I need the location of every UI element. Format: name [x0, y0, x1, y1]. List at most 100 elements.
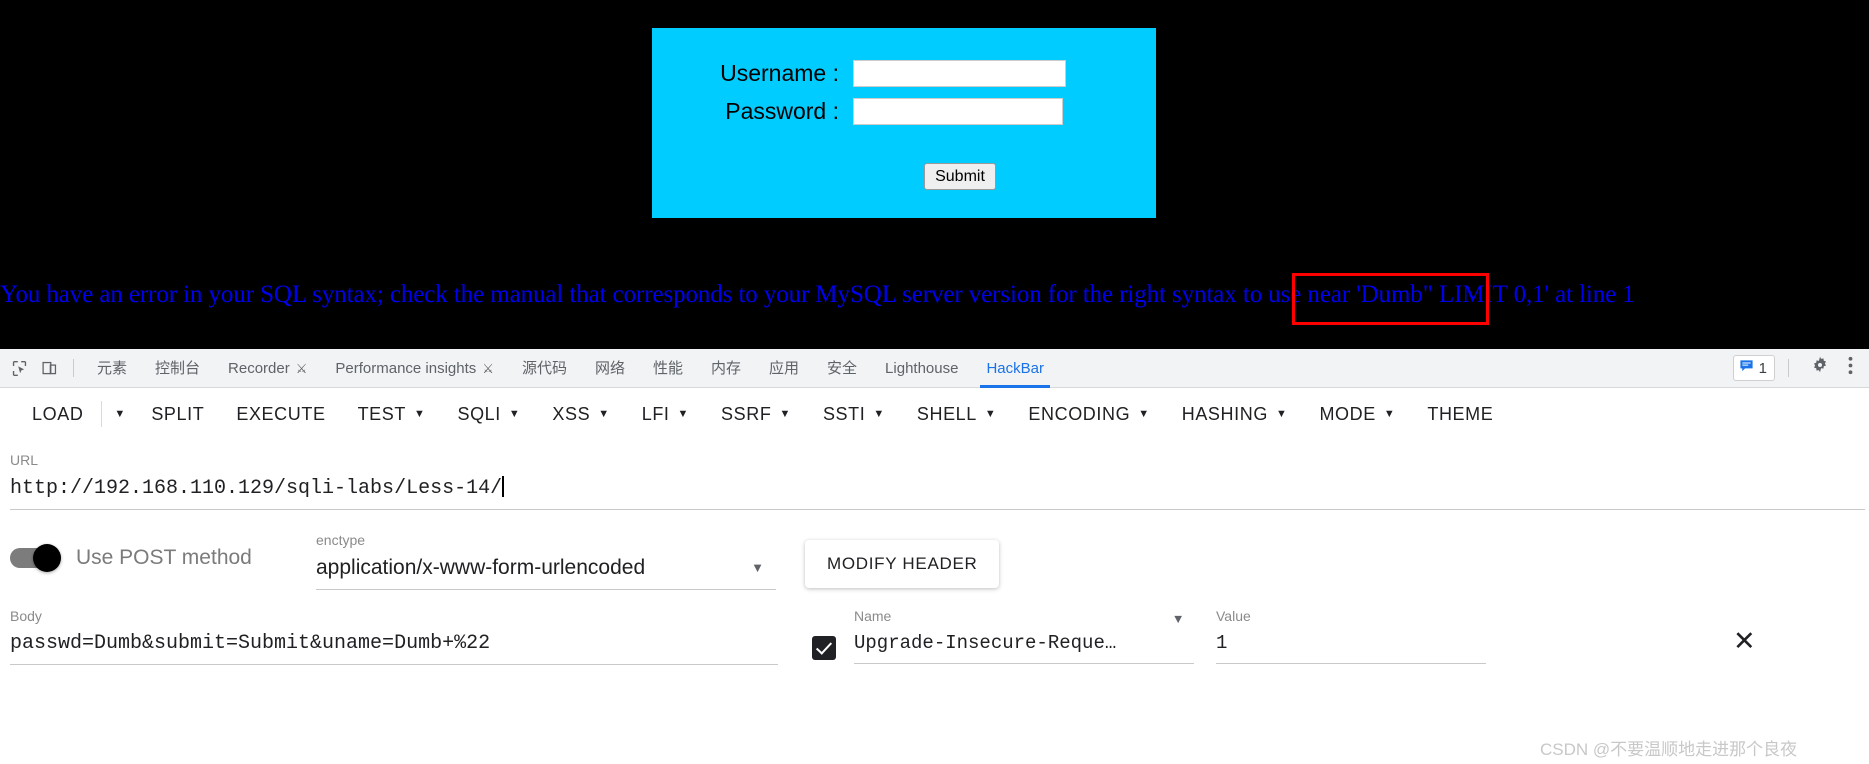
- hackbar-hashing-menu[interactable]: HASHING ▼: [1166, 398, 1304, 431]
- tab-console[interactable]: 控制台: [141, 349, 214, 388]
- inspect-element-icon[interactable]: [5, 354, 33, 382]
- gear-icon[interactable]: [1802, 355, 1838, 381]
- enctype-field-group: enctype application/x-www-form-urlencode…: [316, 532, 776, 590]
- button-label: TEST: [357, 403, 406, 424]
- text-cursor: [502, 476, 504, 497]
- chevron-down-icon: ▼: [1383, 407, 1396, 420]
- devtools-panel: 元素 控制台 Recorder ⚔ Performance insights ⚔ 源…: [0, 349, 1869, 764]
- request-body-row: Body passwd=Dumb&submit=Submit&uname=Dum…: [0, 608, 1869, 688]
- close-icon[interactable]: ✕: [1733, 628, 1756, 655]
- url-field-group: URL http://192.168.110.129/sqli-labs/Les…: [0, 440, 1869, 510]
- chevron-down-icon: ▼: [508, 407, 521, 420]
- chevron-down-icon: ▼: [984, 407, 997, 420]
- hackbar-xss-menu[interactable]: XSS ▼: [536, 398, 625, 431]
- devtools-tabbar: 元素 控制台 Recorder ⚔ Performance insights ⚔ 源…: [0, 349, 1869, 388]
- header-name-group: Name Upgrade-Insecure-Reque… ▼: [854, 608, 1194, 664]
- url-input[interactable]: http://192.168.110.129/sqli-labs/Less-14…: [10, 476, 1865, 510]
- tab-sources[interactable]: 源代码: [508, 349, 581, 388]
- hackbar-shell-menu[interactable]: SHELL ▼: [901, 398, 1013, 431]
- username-row: Username :: [708, 60, 1066, 87]
- sql-error-message: You have an error in your SQL syntax; ch…: [0, 281, 1635, 308]
- tab-lighthouse[interactable]: Lighthouse: [871, 349, 972, 388]
- devtools-tab-list: 元素 控制台 Recorder ⚔ Performance insights ⚔ 源…: [83, 349, 1058, 388]
- button-label: SSRF: [721, 403, 772, 424]
- header-value-input[interactable]: 1: [1216, 632, 1486, 664]
- request-options-row: Use POST method enctype application/x-ww…: [0, 532, 1869, 594]
- button-label: SPLIT: [151, 403, 205, 424]
- hackbar-divider: [101, 401, 103, 427]
- hackbar-test-menu[interactable]: TEST ▼: [342, 398, 442, 431]
- button-label: ENCODING: [1028, 403, 1131, 424]
- password-row: Password :: [708, 98, 1063, 125]
- hackbar-split-button[interactable]: SPLIT: [135, 398, 220, 431]
- body-label: Body: [10, 608, 42, 624]
- button-label: SSTI: [822, 403, 866, 424]
- modify-header-button[interactable]: MODIFY HEADER: [805, 540, 1000, 588]
- kebab-menu-icon[interactable]: [1842, 356, 1859, 381]
- message-count-badge[interactable]: 1: [1732, 355, 1775, 381]
- password-input[interactable]: [853, 98, 1063, 125]
- header-row: Name Upgrade-Insecure-Reque… ▼ Value 1: [812, 608, 1486, 664]
- tab-label: Performance insights: [335, 359, 477, 377]
- experiment-flask-icon: ⚔: [482, 360, 494, 376]
- tab-performance[interactable]: 性能: [639, 349, 697, 388]
- tab-recorder[interactable]: Recorder ⚔: [214, 349, 321, 388]
- hackbar-ssti-menu[interactable]: SSTI ▼: [807, 398, 901, 431]
- tab-label: 性能: [652, 359, 683, 377]
- hackbar-load-button[interactable]: LOAD: [16, 398, 99, 431]
- submit-button[interactable]: Submit: [924, 163, 996, 190]
- username-input[interactable]: [853, 60, 1066, 87]
- hackbar-sqli-menu[interactable]: SQLI ▼: [441, 398, 536, 431]
- button-label: SQLI: [457, 403, 501, 424]
- login-form-panel: Username : Password : Submit: [652, 28, 1156, 218]
- enctype-select[interactable]: application/x-www-form-urlencoded ▼: [316, 556, 776, 590]
- tab-label: Recorder: [228, 359, 290, 377]
- button-label: SHELL: [916, 403, 977, 424]
- header-name-select[interactable]: Upgrade-Insecure-Reque… ▼: [854, 612, 1194, 664]
- body-input[interactable]: passwd=Dumb&submit=Submit&uname=Dumb+%22: [10, 632, 778, 665]
- use-post-method-toggle[interactable]: Use POST method: [10, 544, 252, 572]
- experiment-flask-icon: ⚔: [295, 360, 308, 376]
- tab-memory[interactable]: 内存: [697, 349, 755, 388]
- tab-label: 安全: [827, 359, 858, 377]
- body-field-group: Body passwd=Dumb&submit=Submit&uname=Dum…: [10, 608, 778, 665]
- tab-elements[interactable]: 元素: [83, 349, 141, 388]
- hackbar-execute-button[interactable]: EXECUTE: [220, 398, 341, 431]
- tab-label: 控制台: [155, 359, 201, 377]
- header-name-label: Name: [854, 608, 892, 624]
- hackbar-load-dropdown-icon[interactable]: ▼: [104, 402, 135, 426]
- tab-network[interactable]: 网络: [581, 349, 639, 388]
- tab-security[interactable]: 安全: [813, 349, 871, 388]
- tab-label: 元素: [97, 359, 128, 377]
- tab-label: 源代码: [521, 359, 567, 377]
- tab-application[interactable]: 应用: [755, 349, 813, 388]
- url-label: URL: [10, 452, 39, 468]
- header-enabled-checkbox[interactable]: [812, 636, 836, 660]
- header-name-value: Upgrade-Insecure-Reque…: [854, 632, 1117, 654]
- button-label: MODE: [1319, 403, 1376, 424]
- toggle-knob: [33, 544, 61, 572]
- enctype-label: enctype: [316, 532, 366, 548]
- use-post-method-label: Use POST method: [76, 546, 252, 569]
- hackbar-mode-menu[interactable]: MODE ▼: [1303, 398, 1411, 431]
- tab-label: 网络: [594, 359, 625, 377]
- hackbar-theme-menu[interactable]: THEME: [1411, 398, 1509, 431]
- browser-page-area: Username : Password : Submit You have an…: [0, 0, 1869, 349]
- chevron-down-icon: ▼: [1138, 407, 1150, 420]
- button-label: XSS: [552, 403, 591, 424]
- url-value: http://192.168.110.129/sqli-labs/Less-14…: [10, 477, 503, 500]
- button-label: THEME: [1427, 403, 1494, 424]
- device-toolbar-icon[interactable]: [35, 354, 63, 382]
- header-value-group: Value 1: [1216, 608, 1486, 664]
- tab-label: 应用: [769, 359, 800, 377]
- hackbar-ssrf-menu[interactable]: SSRF ▼: [705, 398, 807, 431]
- hackbar-encoding-menu[interactable]: ENCODING ▼: [1012, 398, 1165, 431]
- button-label: HASHING: [1181, 403, 1268, 424]
- tab-performance-insights[interactable]: Performance insights ⚔: [321, 349, 508, 388]
- chevron-down-icon: ▼: [1275, 407, 1288, 420]
- tab-label: 内存: [711, 359, 742, 377]
- toolbar-divider-2: [1788, 359, 1789, 377]
- hackbar-lfi-menu[interactable]: LFI ▼: [626, 398, 705, 431]
- tab-hackbar[interactable]: HackBar: [972, 349, 1058, 388]
- enctype-value: application/x-www-form-urlencoded: [316, 556, 646, 579]
